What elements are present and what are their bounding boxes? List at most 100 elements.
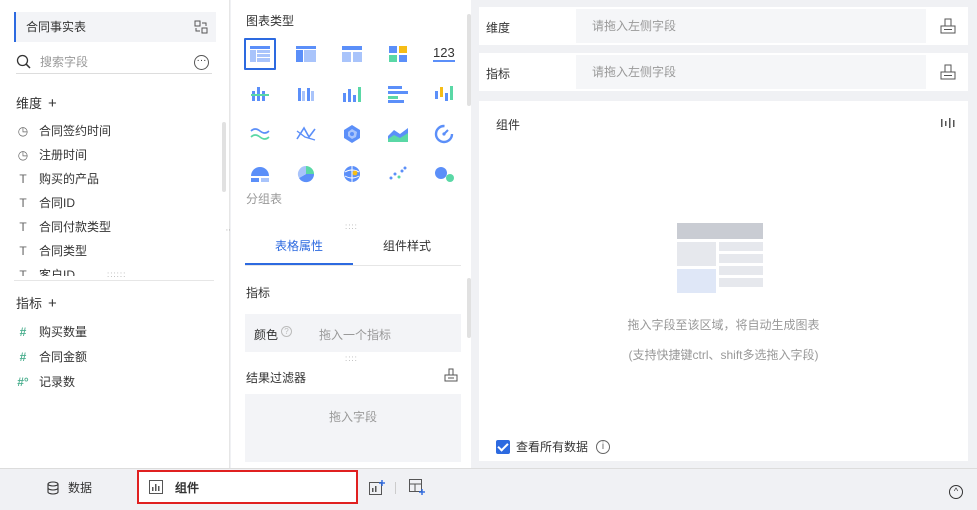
divider — [14, 280, 214, 281]
more-options-icon[interactable]: ··· — [194, 55, 209, 70]
datasource-selector[interactable]: 合同事实表 — [14, 12, 216, 42]
add-widget-icon[interactable] — [369, 480, 385, 496]
dimension-field[interactable]: T 合同类型 — [16, 240, 87, 262]
number-formula-icon: #° — [17, 375, 29, 389]
info-icon[interactable]: i — [596, 439, 611, 454]
cross-table-icon[interactable] — [290, 38, 322, 70]
gauge-chart-icon[interactable] — [428, 118, 460, 150]
crossing-line-icon[interactable] — [290, 118, 322, 150]
properties-scrollbar[interactable] — [467, 278, 471, 338]
dimension-scrollbar[interactable] — [222, 122, 226, 192]
dimension-field[interactable]: T 合同ID — [16, 192, 75, 214]
filter-placeholder: 拖入字段 — [328, 410, 377, 424]
view-all-data-label: 查看所有数据 — [516, 440, 589, 454]
empty-hint: 拖入字段至该区域，将自动生成图表 — [627, 318, 820, 332]
dimension-list: ◷ 合同签约时间 ◷ 注册时间 T 购买的产品 T 合同ID T 合同付款类型 T 合同类型 T 客户ID — [0, 120, 228, 276]
toolbar-separator — [395, 482, 396, 494]
shortcut-hint: (支持快捷键ctrl、shift多选拖入字段) — [628, 348, 819, 362]
dimension-field[interactable]: ◷ 合同签约时间 — [16, 120, 111, 142]
scatter-chart-icon[interactable] — [382, 158, 414, 190]
dimension-field-label: 客户ID — [39, 268, 76, 276]
color-drop-zone[interactable]: 颜色 ? 拖入一个指标 — [245, 314, 461, 352]
search-icon — [16, 54, 31, 69]
empty-table-illustration — [677, 223, 763, 293]
dimension-field-label: 合同付款类型 — [39, 220, 112, 234]
tab-widget[interactable]: 组件 — [137, 470, 358, 504]
text-type-icon: T — [19, 196, 27, 210]
metric-drop-row: 指标 请拖入左侧字段 — [479, 53, 968, 91]
resize-handle[interactable]: :::: — [345, 354, 358, 363]
dimension-drop-zone[interactable]: 请拖入左侧字段 — [576, 9, 926, 43]
result-filter-title: 结果过滤器 — [246, 371, 307, 385]
dimension-field[interactable]: T 客户ID — [16, 264, 75, 276]
color-label: 颜色 — [254, 328, 279, 342]
metric-field-label: 购买数量 — [39, 325, 88, 339]
checkbox-checked-icon[interactable] — [496, 439, 510, 454]
metric-field[interactable]: # 购买数量 — [16, 321, 87, 343]
tab-widget-label: 组件 — [175, 480, 200, 495]
line-chart-icon[interactable] — [244, 118, 276, 150]
metric-config-title: 指标 — [246, 286, 271, 300]
chart-canvas[interactable]: 组件 拖入字段至该区域，将自动生成图表 (支持快捷键ctrl、shift多选拖入… — [479, 101, 968, 461]
widget-chart-icon — [149, 480, 163, 494]
collapse-up-icon[interactable]: ^ — [949, 485, 963, 499]
svg-text:123: 123 — [433, 45, 455, 60]
number-card-icon[interactable]: 123 — [428, 38, 460, 70]
text-type-icon: T — [19, 268, 27, 276]
tab-data[interactable]: 数据 — [46, 479, 92, 496]
database-icon — [47, 480, 59, 495]
dimension-settings-icon[interactable] — [940, 18, 956, 34]
number-type-icon: # — [19, 325, 27, 339]
switch-datasource-icon[interactable] — [194, 20, 208, 34]
dimension-field-label: 合同类型 — [39, 244, 88, 258]
metric-settings-icon[interactable] — [940, 64, 956, 80]
add-layout-icon[interactable] — [409, 479, 425, 495]
detail-table-icon[interactable] — [336, 38, 368, 70]
dimension-field[interactable]: T 合同付款类型 — [16, 216, 111, 238]
metric-field-label: 合同金额 — [39, 350, 88, 364]
metric-field[interactable]: #° 记录数 — [16, 371, 75, 393]
range-column-icon[interactable] — [428, 78, 460, 110]
resize-handle[interactable]: :::::: — [107, 270, 126, 279]
filter-drop-zone[interactable]: 拖入字段 — [245, 394, 461, 462]
dimension-row-label: 维度 — [486, 21, 511, 35]
horizontal-bar-icon[interactable] — [382, 78, 414, 110]
metric-field[interactable]: # 合同金额 — [16, 346, 87, 368]
metric-drop-zone[interactable]: 请拖入左侧字段 — [576, 55, 926, 89]
area-chart-icon[interactable] — [382, 118, 414, 150]
stacked-bar-icon[interactable] — [244, 78, 276, 110]
chart-type-scrollbar[interactable] — [467, 14, 471, 106]
number-type-icon: # — [19, 350, 27, 364]
dimension-field-label: 合同签约时间 — [39, 124, 112, 138]
kpi-grid-icon[interactable] — [382, 38, 414, 70]
metric-row-label: 指标 — [486, 67, 511, 81]
view-all-data-checkbox[interactable]: 查看所有数据 i — [496, 438, 611, 455]
text-type-icon: T — [19, 172, 27, 186]
table-chart-icon[interactable] — [244, 38, 276, 70]
filter-settings-icon[interactable] — [444, 368, 458, 382]
radar-chart-icon[interactable] — [336, 118, 368, 150]
canvas-title: 组件 — [496, 118, 521, 132]
help-icon[interactable]: ? — [281, 326, 292, 337]
add-dimension-icon[interactable]: + — [48, 95, 57, 112]
chart-type-title: 图表类型 — [246, 14, 295, 28]
map-chart-icon[interactable] — [336, 158, 368, 190]
dimension-field-label: 合同ID — [39, 196, 76, 210]
tab-widget-style[interactable]: 组件样式 — [353, 228, 461, 265]
dimension-field-label: 购买的产品 — [39, 172, 100, 186]
dimension-field[interactable]: ◷ 注册时间 — [16, 144, 87, 166]
tab-table-properties[interactable]: 表格属性 — [245, 228, 353, 265]
pie-chart-icon[interactable] — [290, 158, 322, 190]
clock-icon: ◷ — [17, 124, 29, 138]
search-input[interactable] — [40, 52, 180, 72]
half-pie-icon[interactable] — [244, 158, 276, 190]
metric-field-label: 记录数 — [39, 375, 76, 389]
bubble-chart-icon[interactable] — [428, 158, 460, 190]
text-type-icon: T — [19, 220, 27, 234]
chart-toolbar-icon[interactable] — [940, 117, 956, 129]
dimension-field[interactable]: T 购买的产品 — [16, 168, 99, 190]
add-metric-icon[interactable]: + — [48, 295, 57, 312]
column-chart-icon[interactable] — [336, 78, 368, 110]
tab-data-label: 数据 — [68, 481, 93, 495]
grouped-column-icon[interactable] — [290, 78, 322, 110]
